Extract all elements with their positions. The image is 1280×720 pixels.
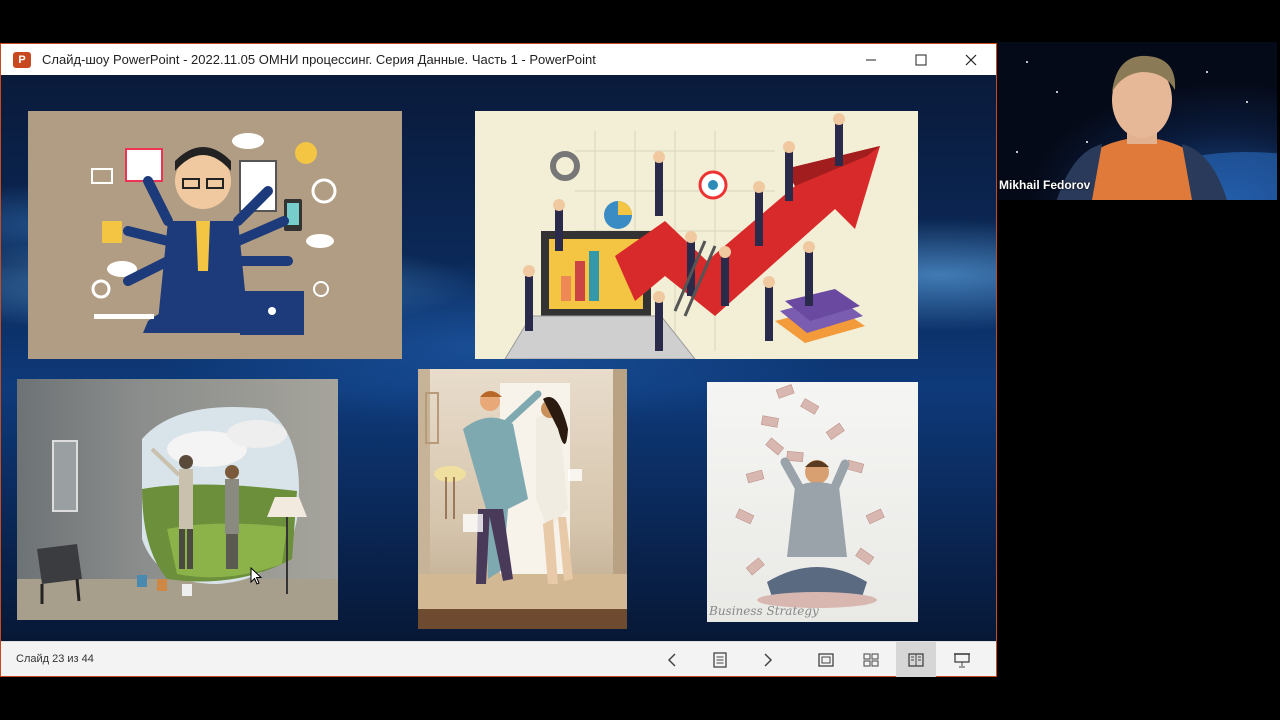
couple-painting-wall-landscape-photo <box>17 379 338 620</box>
webcam-video[interactable]: Mikhail Fedorov <box>997 42 1277 200</box>
slide-counter: Слайд 23 из 44 <box>16 653 94 665</box>
close-button[interactable] <box>946 44 996 75</box>
couple-dancing-illustration <box>418 369 627 629</box>
minimize-button[interactable] <box>846 44 896 75</box>
normal-view-icon <box>818 652 834 667</box>
multitasking-businessman-illustration <box>28 111 402 359</box>
painting-scene <box>17 407 338 620</box>
grid-icon <box>863 653 879 666</box>
man-throwing-money-photo: Business Strategy <box>707 382 918 622</box>
projector-icon <box>954 652 970 667</box>
window-title: Слайд-шоу PowerPoint - 2022.11.05 ОМНИ п… <box>42 52 596 67</box>
previous-slide-button[interactable] <box>653 642 693 677</box>
money-scene <box>735 384 885 608</box>
normal-view-button[interactable] <box>806 642 846 677</box>
businessman-drawing <box>91 133 337 335</box>
minimize-icon <box>866 59 876 60</box>
window-controls <box>846 44 996 75</box>
powerpoint-icon: P <box>13 51 31 68</box>
slide-list-button[interactable] <box>700 642 740 677</box>
mouse-pointer-icon <box>250 567 262 585</box>
webcam-scene <box>1016 55 1277 200</box>
maximize-button[interactable] <box>896 44 946 75</box>
close-icon <box>965 54 977 65</box>
business-growth-arrow-illustration <box>475 111 918 359</box>
slide-sorter-button[interactable] <box>851 642 891 677</box>
slide[interactable]: Business Strategy <box>1 75 996 641</box>
reading-view-button[interactable] <box>896 642 936 677</box>
book-icon <box>908 652 924 667</box>
maximize-icon <box>915 54 927 65</box>
slideshow-view-button[interactable] <box>942 642 982 677</box>
screen: P Слайд-шоу PowerPoint - 2022.11.05 ОМНИ… <box>0 0 1280 720</box>
slideshow-status-bar: Слайд 23 из 44 <box>1 641 996 677</box>
next-slide-button[interactable] <box>747 642 787 677</box>
dancing-scene <box>418 369 627 629</box>
image-watermark: Business Strategy <box>709 604 819 618</box>
chevron-right-icon <box>764 652 773 667</box>
chevron-left-icon <box>667 652 676 667</box>
title-bar[interactable]: P Слайд-шоу PowerPoint - 2022.11.05 ОМНИ… <box>1 44 996 75</box>
notes-icon <box>713 651 727 668</box>
growth-drawing <box>504 113 880 359</box>
participant-name: Mikhail Fedorov <box>999 178 1091 192</box>
powerpoint-window: P Слайд-шоу PowerPoint - 2022.11.05 ОМНИ… <box>0 43 997 677</box>
